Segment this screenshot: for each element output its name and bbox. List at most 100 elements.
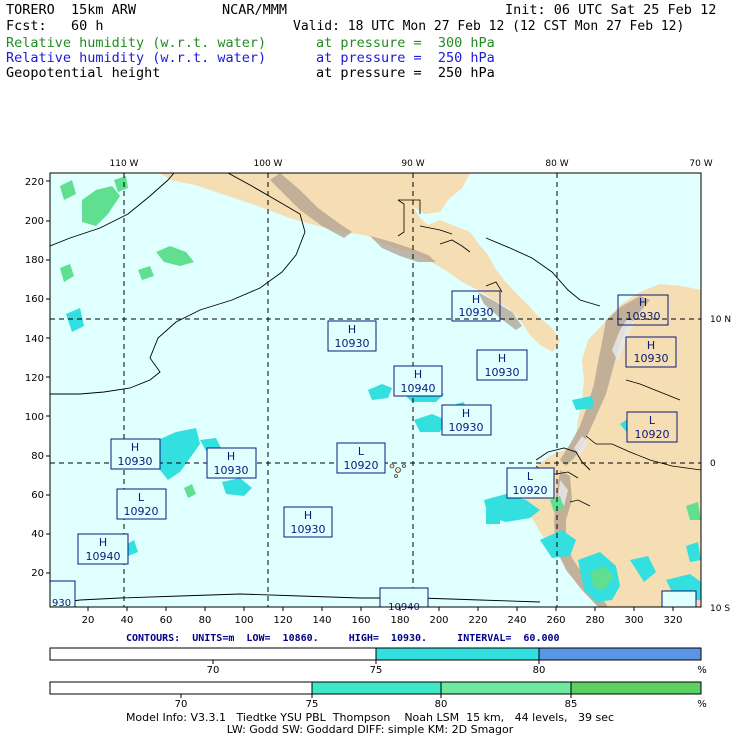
pressure-label-value: 10930 (626, 310, 661, 323)
edge-label-box-southeast (661, 590, 697, 608)
pressure-label-h-4: H 10930 (625, 336, 677, 368)
y-axis (46, 180, 50, 574)
pressure-label-value: 10920 (513, 484, 548, 497)
x-axis (87, 607, 674, 611)
contour-high: HIGH= 10930. (348, 633, 428, 644)
weather-map: 110 W 100 W 90 W 80 W 70 W H 10930 H 109… (25, 159, 731, 710)
lat-label-10n: 10 N (710, 315, 731, 325)
pressure-label-type: L (649, 414, 656, 427)
colorbar-2-label: 75 (306, 699, 319, 710)
x-tick-label: 180 (390, 615, 409, 626)
pressure-label-value: 10930 (118, 455, 153, 468)
colorbar-2-unit: % (697, 699, 707, 710)
x-tick-label: 280 (585, 615, 604, 626)
pressure-label-h-3: H 10930 (327, 320, 377, 352)
colorbar-300hpa: 70 75 80 85 % (49, 681, 707, 710)
pressure-label-value: 10940 (401, 382, 436, 395)
pressure-label-type: H (647, 339, 655, 352)
x-tick-label: 20 (82, 615, 95, 626)
lon-label-80w: 80 W (545, 159, 568, 169)
x-tick-label: 120 (273, 615, 292, 626)
lon-label-100w: 100 W (254, 159, 283, 169)
pressure-label-l-3: L 10920 (506, 467, 555, 499)
x-tick-label: 80 (199, 615, 212, 626)
pressure-label-type: L (358, 445, 365, 458)
pressure-label-value: 10920 (344, 459, 379, 472)
colorbar-1-label: 70 (207, 665, 220, 676)
colorbar-1-unit: % (697, 665, 707, 676)
pressure-label-type: L (527, 470, 534, 483)
y-tick-label: 60 (31, 490, 44, 501)
pressure-label-value: 10930 (459, 306, 494, 319)
x-tick-label: 160 (351, 615, 370, 626)
y-tick-label: 120 (25, 373, 44, 384)
pressure-label-type: H (227, 450, 235, 463)
lat-label-0: 0 (710, 459, 716, 469)
x-tick-label: 100 (234, 615, 253, 626)
pressure-label-value: 10930 (449, 421, 484, 434)
lon-label-70w: 70 W (689, 159, 712, 169)
pressure-label-type: H (498, 352, 506, 365)
pressure-label-l-1: L 10920 (626, 411, 678, 443)
x-tick-label: 140 (312, 615, 331, 626)
x-tick-label: 240 (507, 615, 526, 626)
x-tick-labels: 20 40 60 80 100 120 140 160 180 200 220 … (82, 615, 683, 626)
pressure-label-type: L (138, 491, 145, 504)
colorbar-250hpa: 70 75 80 % (49, 647, 707, 676)
model-info-line-2: LW: Godd SW: Goddard DIFF: simple KM: 2D… (226, 723, 514, 736)
colorbar-1-label: 75 (370, 665, 383, 676)
contour-units: CONTOURS: UNITS=m (126, 633, 235, 644)
pressure-label-h-11: H 10930 (206, 447, 257, 479)
y-tick-label: 80 (31, 451, 44, 462)
pressure-label-value: 10920 (124, 505, 159, 518)
y-tick-label: 20 (31, 568, 44, 579)
colorbar-2-label: 85 (565, 699, 578, 710)
lon-label-110w: 110 W (110, 159, 139, 169)
pressure-label-type: H (304, 509, 312, 522)
x-tick-label: 260 (546, 615, 565, 626)
pressure-label-type: H (414, 368, 422, 381)
colorbar-2-label: 70 (175, 699, 188, 710)
lon-label-90w: 90 W (401, 159, 424, 169)
y-tick-label: 180 (25, 255, 44, 266)
y-tick-label: 140 (25, 334, 44, 345)
x-tick-label: 300 (624, 615, 643, 626)
y-tick-label: 100 (25, 412, 44, 423)
y-tick-labels: 220 200 180 160 140 120 100 80 60 40 20 (25, 177, 44, 579)
pressure-label-value: 10930 (214, 464, 249, 477)
pressure-label-h-8: H 10930 (110, 438, 161, 470)
colorbar-1-label: 80 (533, 665, 546, 676)
pressure-label-value: 10940 (86, 550, 121, 563)
pressure-label-h-5: H 10940 (393, 365, 443, 397)
pressure-label-l-4: L 10920 (116, 488, 167, 520)
pressure-label-type: H (462, 407, 470, 420)
y-tick-label: 200 (25, 216, 44, 227)
x-tick-label: 220 (468, 615, 487, 626)
x-tick-label: 60 (160, 615, 173, 626)
contour-low: LOW= 10860. (246, 633, 319, 644)
x-tick-label: 200 (429, 615, 448, 626)
pressure-label-type: H (99, 536, 107, 549)
x-tick-label: 320 (663, 615, 682, 626)
pressure-label-h-6: H 10930 (476, 349, 528, 381)
lat-label-10s: 10 S (710, 604, 730, 614)
pressure-label-value: 10920 (635, 428, 670, 441)
pressure-label-type: H (348, 323, 356, 336)
x-tick-label: 40 (121, 615, 134, 626)
pressure-label-type: H (472, 293, 480, 306)
pressure-label-h-9: H 10930 (283, 506, 333, 538)
pressure-label-value: 10930 (485, 366, 520, 379)
pressure-label-value: 10930 (634, 352, 669, 365)
colorbar-2-label: 80 (435, 699, 448, 710)
pressure-label-h-7: H 10930 (441, 404, 492, 436)
pressure-label-type: H (131, 441, 139, 454)
y-tick-label: 40 (31, 529, 44, 540)
map-field (50, 173, 701, 607)
pressure-label-value: 10930 (291, 523, 326, 536)
pressure-label-l-2: L 10920 (336, 442, 386, 474)
y-tick-label: 160 (25, 294, 44, 305)
y-tick-label: 220 (25, 177, 44, 188)
pressure-label-h-10: H 10940 (77, 533, 129, 565)
pressure-label-type: H (639, 296, 647, 309)
contour-interval: INTERVAL= 60.000 (457, 633, 560, 644)
